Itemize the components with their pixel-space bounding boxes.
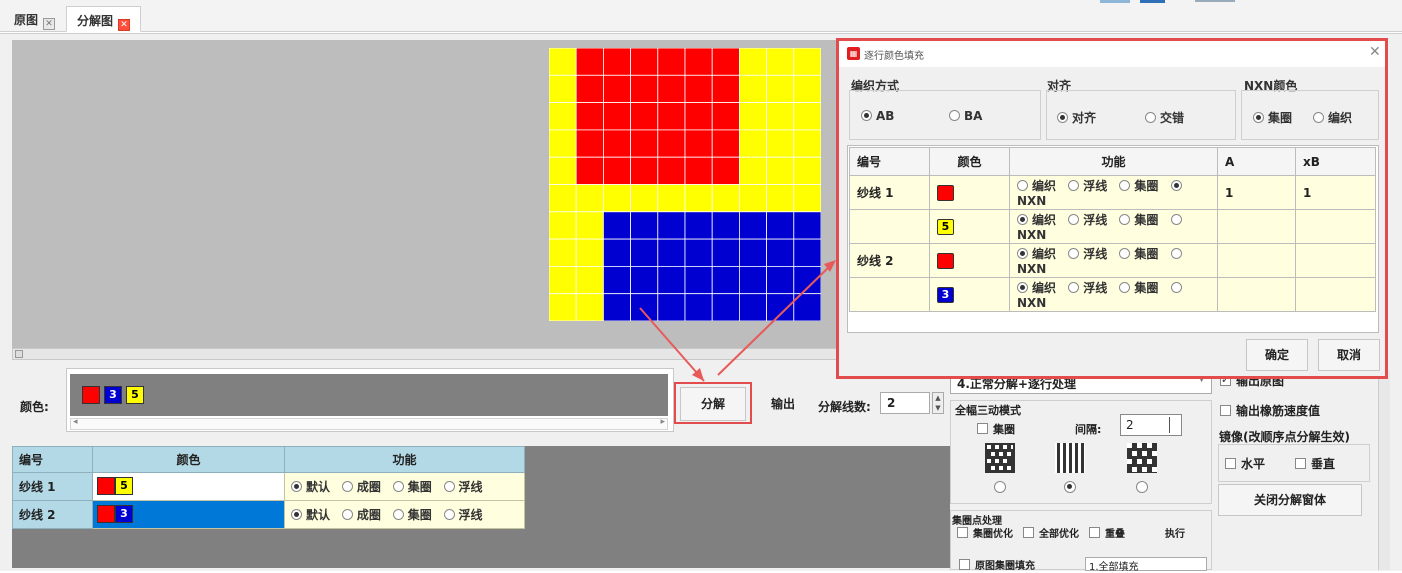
- option-label: NXN: [1017, 228, 1047, 242]
- option-label: AB: [876, 109, 895, 123]
- table-row[interactable]: 纱线 2 2 编织 浮线 集圈 NXN: [849, 243, 1376, 278]
- option-label: 浮线: [1083, 281, 1108, 295]
- dialog-header-xb: xB: [1295, 147, 1376, 176]
- yarn-id: 纱线 1: [849, 175, 930, 210]
- radio-nxn[interactable]: [1170, 214, 1182, 225]
- option-label: BA: [964, 109, 983, 123]
- radio-ab[interactable]: [861, 110, 872, 121]
- align-aligned[interactable]: 对齐: [1057, 109, 1096, 126]
- option-label: 集圈: [1134, 213, 1159, 227]
- radio-knit[interactable]: [1017, 180, 1028, 191]
- radio-nxn[interactable]: [1170, 248, 1182, 259]
- option-label: 浮线: [1083, 213, 1108, 227]
- option-label: 对齐: [1072, 111, 1097, 125]
- nxn-knit[interactable]: 编织: [1313, 109, 1352, 126]
- yarn-function-options: 编织 浮线 集圈 NXN: [1009, 277, 1218, 312]
- radio-float[interactable]: [1068, 282, 1080, 293]
- option-label: 编织: [1032, 213, 1057, 227]
- radio-ba[interactable]: [949, 110, 960, 121]
- option-label: 编织: [1032, 281, 1057, 295]
- a-value[interactable]: 1: [1217, 175, 1296, 210]
- dialog-header-id: 编号: [849, 147, 930, 176]
- option-label: 集圈: [1134, 179, 1159, 193]
- radio-aligned[interactable]: [1057, 112, 1068, 123]
- dialog-titlebar: ▦ 逐行颜色填充 ✕: [839, 41, 1385, 67]
- radio-tuck[interactable]: [1119, 214, 1131, 225]
- color-swatch-blue: 3: [937, 286, 954, 303]
- option-label: 浮线: [1083, 247, 1108, 261]
- xb-value[interactable]: 1: [1295, 175, 1376, 210]
- yarn-color-cell[interactable]: 2: [929, 243, 1010, 278]
- radio-tuck[interactable]: [1119, 180, 1131, 191]
- a-value[interactable]: [1217, 243, 1296, 278]
- option-label: 集圈: [1134, 281, 1159, 295]
- option-label: 编织: [1328, 111, 1353, 125]
- radio-staggered[interactable]: [1145, 112, 1156, 123]
- radio-nxn[interactable]: [1170, 180, 1182, 191]
- dialog-header-function: 功能: [1009, 147, 1218, 176]
- radio-knit[interactable]: [1313, 112, 1324, 123]
- dialog-header-color: 颜色: [929, 147, 1010, 176]
- weave-mode-ab[interactable]: AB: [861, 109, 894, 123]
- option-label: 集圈: [1268, 111, 1293, 125]
- ok-button[interactable]: 确定: [1246, 339, 1308, 371]
- dialog-header-a: A: [1217, 147, 1296, 176]
- color-swatch-yellow: 5: [937, 218, 954, 235]
- radio-float[interactable]: [1068, 248, 1080, 259]
- yarn-color-cell[interactable]: 3: [929, 277, 1010, 312]
- radio-nxn[interactable]: [1170, 282, 1182, 293]
- radio-tuck[interactable]: [1119, 282, 1131, 293]
- radio-knit[interactable]: [1017, 248, 1028, 259]
- option-label: 编织: [1032, 247, 1057, 261]
- xb-value[interactable]: [1295, 277, 1376, 312]
- nxn-tuck[interactable]: 集圈: [1253, 109, 1292, 126]
- yarn-id: [849, 277, 930, 312]
- xb-value[interactable]: [1295, 209, 1376, 244]
- yarn-function-options: 编织 浮线 集圈 NXN: [1009, 243, 1218, 278]
- radio-knit[interactable]: [1017, 214, 1028, 225]
- cancel-button[interactable]: 取消: [1318, 339, 1380, 371]
- option-label: NXN: [1017, 296, 1047, 310]
- option-label: 编织: [1032, 179, 1057, 193]
- yarn-color-cell[interactable]: 2: [929, 175, 1010, 210]
- app-icon: ▦: [847, 47, 860, 60]
- radio-float[interactable]: [1068, 180, 1080, 191]
- option-label: 浮线: [1083, 179, 1108, 193]
- table-row[interactable]: 纱线 1 2 编织 浮线 集圈 NXN 1 1: [849, 175, 1376, 210]
- a-value[interactable]: [1217, 209, 1296, 244]
- close-icon[interactable]: ✕: [1369, 44, 1381, 60]
- option-label: 交错: [1160, 111, 1185, 125]
- xb-value[interactable]: [1295, 243, 1376, 278]
- radio-knit[interactable]: [1017, 282, 1028, 293]
- align-staggered[interactable]: 交错: [1145, 109, 1184, 126]
- radio-tuck[interactable]: [1119, 248, 1131, 259]
- color-swatch-red: 2: [937, 184, 954, 201]
- weave-mode-ba[interactable]: BA: [949, 109, 982, 123]
- radio-tuck[interactable]: [1253, 112, 1264, 123]
- dialog-yarn-table: 编号 颜色 功能 A xB 纱线 1 2 编织 浮线 集圈 NXN 1 1 5 …: [849, 147, 1376, 312]
- table-row[interactable]: 5 编织 浮线 集圈 NXN: [849, 209, 1376, 244]
- row-color-fill-dialog: ▦ 逐行颜色填充 ✕ 编织方式 AB BA 对齐 对齐 交错 NXN颜色 集圈 …: [836, 38, 1388, 379]
- yarn-function-options: 编织 浮线 集圈 NXN: [1009, 209, 1218, 244]
- yarn-function-options: 编织 浮线 集圈 NXN: [1009, 175, 1218, 210]
- option-label: NXN: [1017, 262, 1047, 276]
- dialog-title: 逐行颜色填充: [864, 51, 924, 62]
- a-value[interactable]: [1217, 277, 1296, 312]
- yarn-color-cell[interactable]: 5: [929, 209, 1010, 244]
- yarn-id: [849, 209, 930, 244]
- option-label: NXN: [1017, 194, 1047, 208]
- radio-float[interactable]: [1068, 214, 1080, 225]
- option-label: 集圈: [1134, 247, 1159, 261]
- table-row[interactable]: 3 编织 浮线 集圈 NXN: [849, 277, 1376, 312]
- color-swatch-red: 2: [937, 252, 954, 269]
- yarn-id: 纱线 2: [849, 243, 930, 278]
